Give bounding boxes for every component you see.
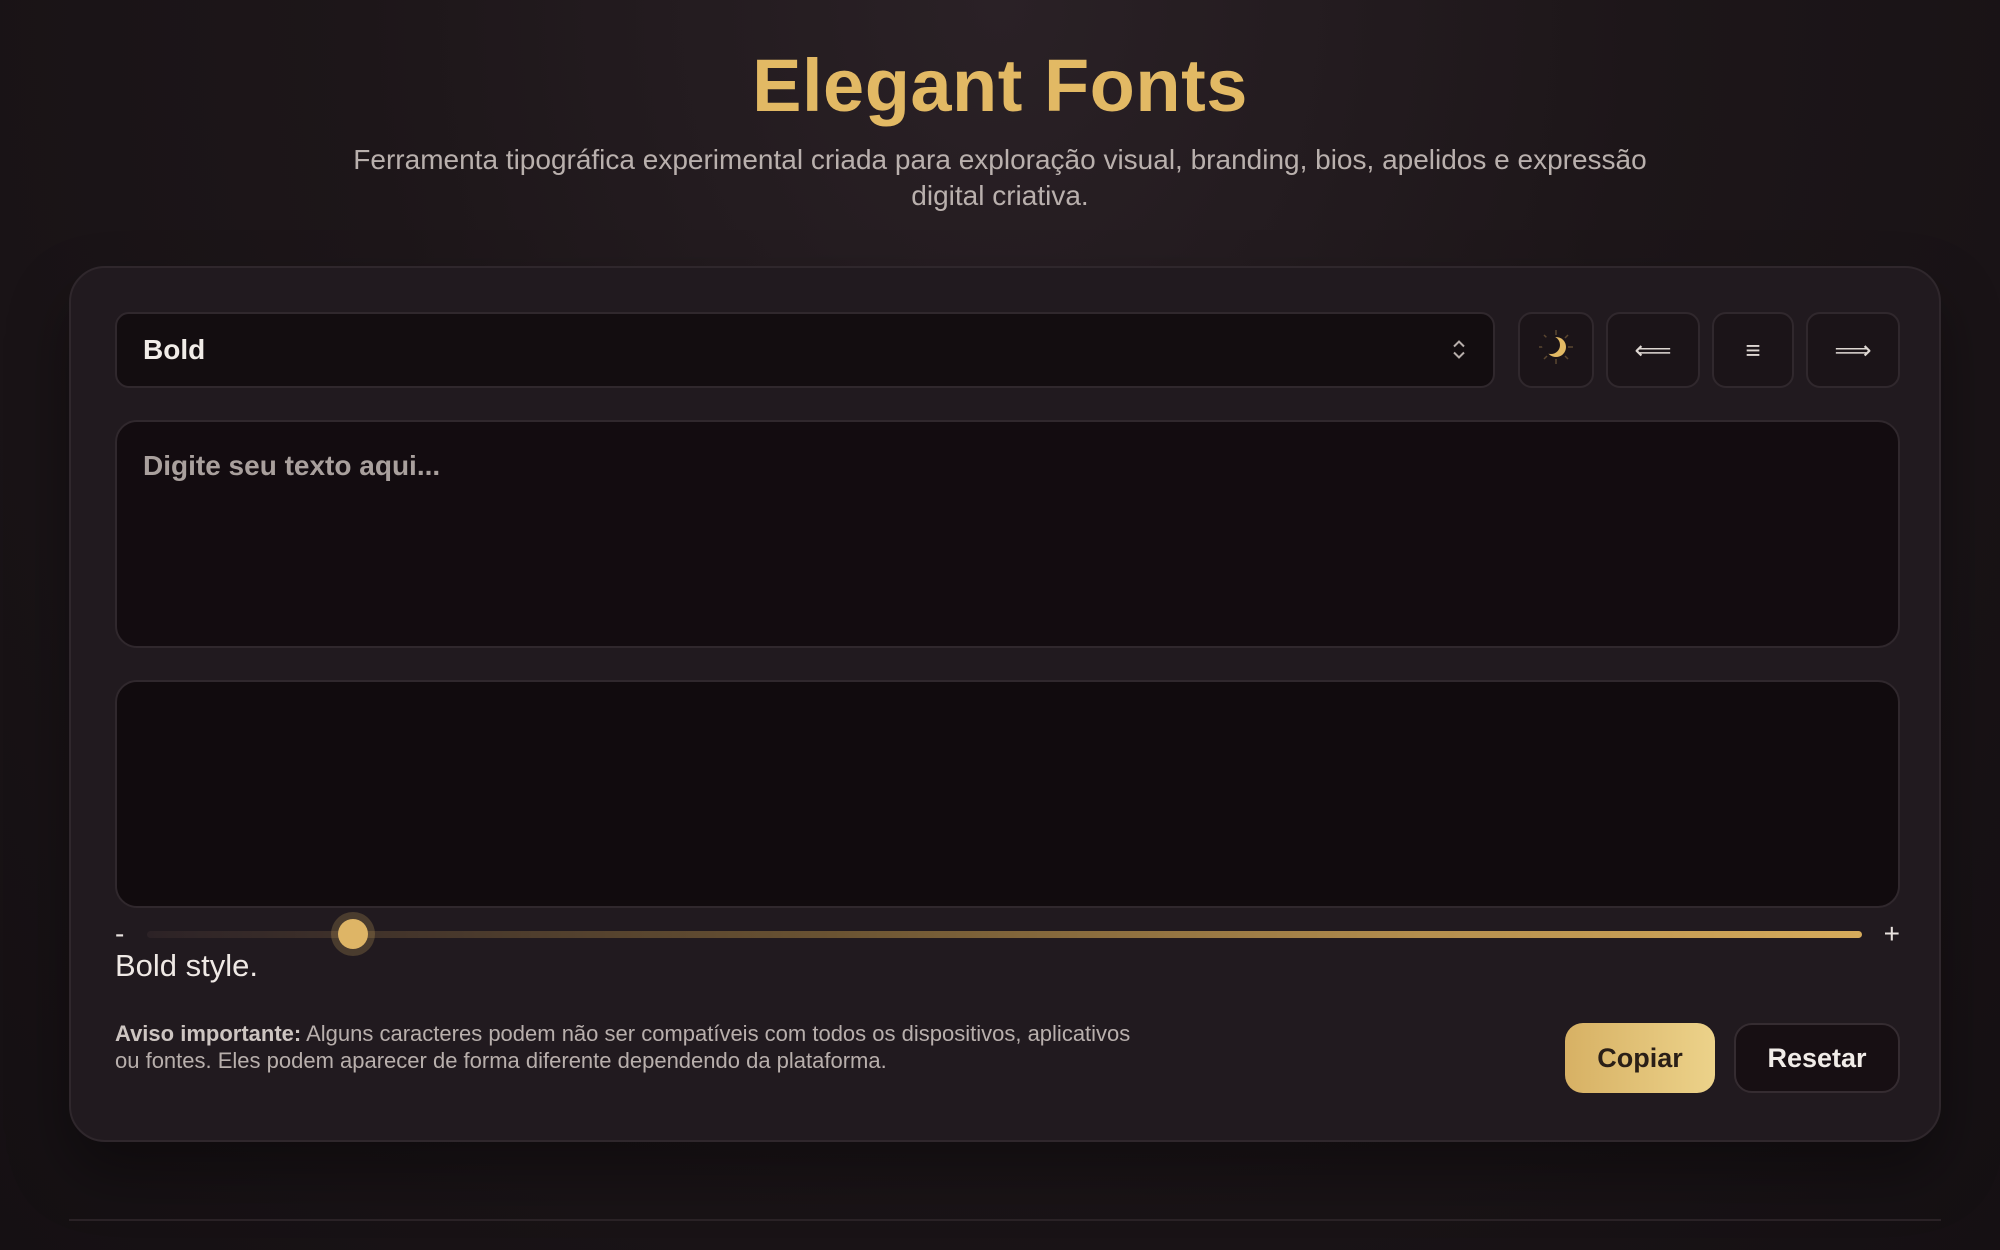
arrow-right-icon: ⟹ — [1834, 334, 1872, 365]
align-center-icon: ≡ — [1745, 334, 1761, 365]
copy-button[interactable]: Copiar — [1565, 1023, 1715, 1093]
slider-track[interactable] — [147, 931, 1862, 938]
theme-toggle-button[interactable] — [1518, 312, 1594, 388]
page-title: Elegant Fonts — [752, 44, 1248, 127]
align-right-button[interactable]: ⟹ — [1806, 312, 1900, 388]
compatibility-notice: Aviso importante: Alguns caracteres pode… — [115, 1020, 1135, 1074]
editor-card: Bold ⟸ ≡ ⟹ Digite seu texto aqui... - + … — [69, 266, 1941, 1142]
slider-thumb[interactable] — [337, 919, 368, 949]
reset-button[interactable]: Resetar — [1734, 1023, 1900, 1093]
text-input[interactable] — [115, 420, 1900, 648]
chevron-up-down-icon — [1451, 338, 1467, 363]
font-size-slider[interactable]: - + — [115, 914, 1900, 954]
page-subtitle: Ferramenta tipográfica experimental cria… — [353, 144, 1647, 211]
align-center-button[interactable]: ≡ — [1712, 312, 1794, 388]
moon-icon — [1536, 327, 1576, 374]
font-style-select[interactable]: Bold — [115, 312, 1495, 388]
arrow-left-icon: ⟸ — [1634, 334, 1672, 365]
align-left-button[interactable]: ⟸ — [1606, 312, 1700, 388]
slider-plus-label[interactable]: + — [1884, 914, 1900, 954]
footer-divider — [69, 1219, 1941, 1221]
style-caption: Bold style. — [115, 948, 259, 983]
notice-label: Aviso importante: — [115, 1021, 302, 1046]
font-style-select-value: Bold — [143, 334, 206, 365]
page-header: Elegant Fonts Ferramenta tipográfica exp… — [0, 40, 2000, 214]
styled-output[interactable] — [115, 680, 1900, 908]
